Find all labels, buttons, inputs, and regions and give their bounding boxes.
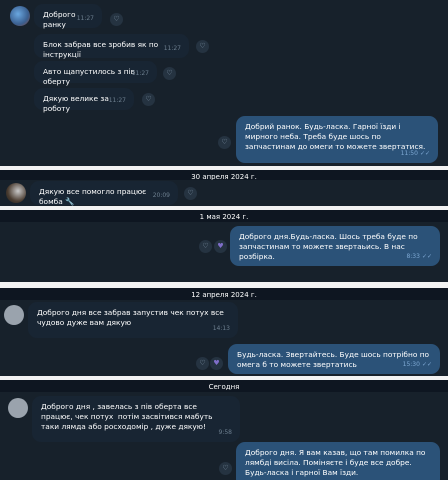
message-text: Доброго дня , завелась з пів оберта все … xyxy=(41,402,215,431)
heart-icon[interactable]: ♥ xyxy=(210,357,223,370)
message-time: 14:13 xyxy=(212,325,230,332)
contact-avatar[interactable] xyxy=(10,6,30,26)
chat-panel-2: Дякую все помогло працює бомба 🔧 20:09 ♡ xyxy=(0,180,448,206)
message-bubble[interactable]: Доброго дня все забрав запустив чек поту… xyxy=(28,302,238,338)
message-bubble-outgoing[interactable]: Добрий ранок. Будь-ласка. Гарної їзди і … xyxy=(236,116,438,163)
message-bubble[interactable]: Дякую все помогло працює бомба 🔧 20:09 xyxy=(30,181,178,206)
heart-icon[interactable]: ♡ xyxy=(110,13,123,26)
message-bubble-outgoing[interactable]: Доброго дня.Будь-ласка. Шось треба буде … xyxy=(230,226,440,266)
heart-icon[interactable]: ♡ xyxy=(218,136,231,149)
double-check-icon: ✓✓ xyxy=(421,253,432,260)
message-bubble[interactable]: Авто щапустилось з пів оберту 11:27 xyxy=(34,61,157,86)
chat-panel-1: Доброго ранку 11:27 ♡ Блок забрав все зр… xyxy=(0,0,448,166)
chat-panel-3: ♡ ♥ Доброго дня.Будь-ласка. Шось треба б… xyxy=(0,222,448,282)
heart-icon[interactable]: ♡ xyxy=(196,357,209,370)
message-time: 11:27 xyxy=(131,70,149,77)
chat-panel-5: Доброго дня , завелась з пів оберта все … xyxy=(0,392,448,480)
message-text: Доброго дня. Я вам казав, що там помилка… xyxy=(245,448,428,477)
message-bubble-outgoing[interactable]: Будь-ласка. Звертайтесь. Буде шось потрі… xyxy=(228,344,440,374)
double-check-icon: ✓✓ xyxy=(421,361,432,368)
message-time: 15:30 ✓✓ xyxy=(402,361,432,368)
message-time: 9:58 xyxy=(218,429,232,436)
chat-panel-4: Доброго дня все забрав запустив чек поту… xyxy=(0,300,448,376)
message-time: 11:27 xyxy=(76,15,94,22)
message-text: Блок забрав все зробив як по інструкції xyxy=(43,40,161,59)
message-time: 11:27 xyxy=(108,97,126,104)
message-bubble[interactable]: Дякую велике за роботу 11:27 xyxy=(34,88,134,113)
message-time: 8:33 ✓✓ xyxy=(406,253,432,260)
contact-avatar[interactable] xyxy=(6,183,26,203)
heart-icon[interactable]: ♡ xyxy=(184,187,197,200)
heart-icon[interactable]: ♡ xyxy=(196,40,209,53)
contact-avatar[interactable] xyxy=(8,398,28,418)
message-time: 20:09 xyxy=(152,192,170,199)
message-time: 11:50 ✓✓ xyxy=(400,150,430,157)
message-text: Дякую все помогло працює бомба 🔧 xyxy=(39,187,149,206)
message-text: Доброго дня.Будь-ласка. Шось треба буде … xyxy=(239,232,420,261)
double-check-icon: ✓✓ xyxy=(419,150,430,157)
message-bubble[interactable]: Блок забрав все зробив як по інструкції … xyxy=(34,34,189,59)
message-text: Дякую велике за роботу xyxy=(43,94,112,113)
heart-icon[interactable]: ♡ xyxy=(199,240,212,253)
message-text: Доброго дня все забрав запустив чек поту… xyxy=(37,308,227,327)
message-bubble-outgoing[interactable]: Доброго дня. Я вам казав, що там помилка… xyxy=(236,442,440,480)
heart-icon[interactable]: ♡ xyxy=(142,93,155,106)
heart-icon[interactable]: ♡ xyxy=(219,462,232,475)
heart-icon[interactable]: ♥ xyxy=(214,240,227,253)
contact-avatar[interactable] xyxy=(4,305,24,325)
message-text: Авто щапустилось з пів оберту xyxy=(43,67,138,86)
message-bubble[interactable]: Доброго дня , завелась з пів оберта все … xyxy=(32,396,240,442)
heart-icon[interactable]: ♡ xyxy=(163,67,176,80)
message-time: 11:27 xyxy=(163,45,181,52)
message-text: Добрий ранок. Будь-ласка. Гарної їзди і … xyxy=(245,122,426,151)
message-text: Доброго ранку xyxy=(43,10,78,29)
message-bubble[interactable]: Доброго ранку 11:27 xyxy=(34,4,102,29)
